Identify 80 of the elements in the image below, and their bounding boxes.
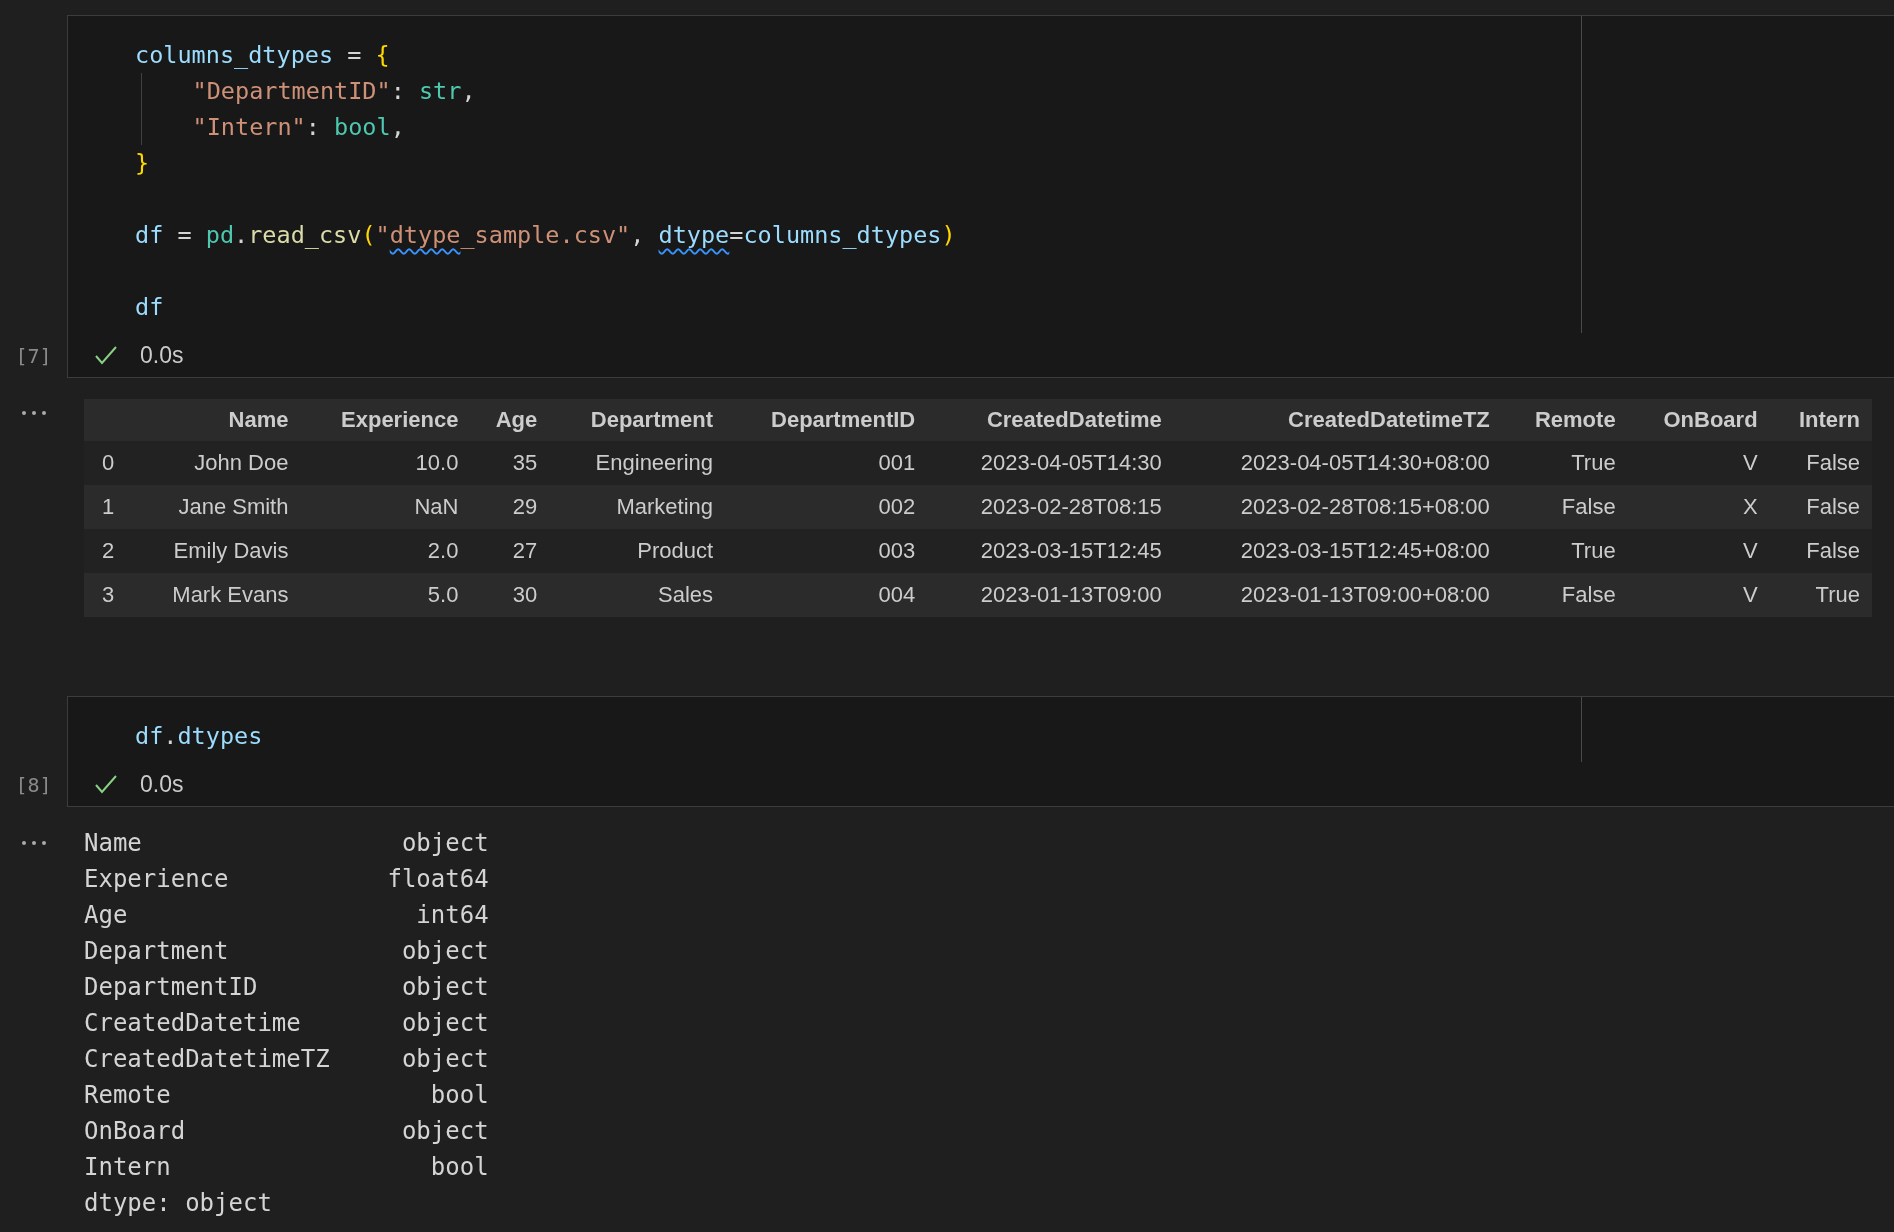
table-cell: V: [1627, 441, 1770, 485]
run-duration: 0.0s: [140, 341, 184, 369]
code-line: df = pd.read_csv("dtype_sample.csv", dtype=columns_dtypes): [135, 220, 956, 251]
column-header: Department: [549, 399, 726, 441]
table-cell: John Doe: [132, 441, 301, 485]
output-line: dtype: object: [84, 1188, 272, 1219]
execution-count: [7]: [15, 344, 52, 368]
output-line: Experience float64: [84, 864, 489, 895]
output-line: Department object: [84, 936, 489, 967]
output-line: Remote bool: [84, 1080, 489, 1111]
table-cell: True: [1501, 441, 1628, 485]
table-cell: Engineering: [549, 441, 726, 485]
table-cell: False: [1769, 485, 1872, 529]
table-cell: 29: [470, 485, 550, 529]
table-cell: 2023-01-13T09:00: [927, 573, 1174, 617]
table-cell: False: [1769, 441, 1872, 485]
table-cell: 27: [470, 529, 550, 573]
table-cell: 004: [725, 573, 928, 617]
table-cell: True: [1769, 573, 1872, 617]
more-icon: [20, 840, 47, 846]
output-line: OnBoard object: [84, 1116, 489, 1147]
row-index: 2: [84, 529, 132, 573]
table-cell: 5.0: [300, 573, 471, 617]
column-header: Name: [132, 399, 301, 441]
output-line: CreatedDatetime object: [84, 1008, 489, 1039]
table-cell: False: [1501, 485, 1628, 529]
code-line: }: [135, 148, 150, 179]
code-cell[interactable]: df.dtypes 0.0s: [67, 696, 1894, 807]
table-cell: NaN: [300, 485, 471, 529]
output-line: Age int64: [84, 900, 489, 931]
more-icon: [20, 410, 47, 416]
column-header: Intern: [1769, 399, 1872, 441]
table-cell: 2023-04-05T14:30+08:00: [1173, 441, 1502, 485]
table-cell: 2023-03-15T12:45: [927, 529, 1174, 573]
table-cell: True: [1501, 529, 1628, 573]
row-index: 1: [84, 485, 132, 529]
table-cell: 2023-02-28T08:15+08:00: [1173, 485, 1502, 529]
table-cell: Mark Evans: [132, 573, 301, 617]
output-line: Name object: [84, 828, 489, 859]
table-cell: V: [1627, 573, 1770, 617]
code-line: "Intern": bool,: [135, 109, 405, 145]
output-line: CreatedDatetimeTZ object: [84, 1044, 489, 1075]
table-cell: 003: [725, 529, 928, 573]
code-line: df.dtypes: [135, 721, 263, 752]
table-cell: Jane Smith: [132, 485, 301, 529]
table-cell: 35: [470, 441, 550, 485]
table-cell: V: [1627, 529, 1770, 573]
row-index: 3: [84, 573, 132, 617]
code-cell[interactable]: columns_dtypes = { "DepartmentID": str, "Intern": bool, } df = pd.read_csv("dtype_sample.csv", dtype=columns_dtypes) df 0.0s: [67, 15, 1894, 378]
table-cell: 001: [725, 441, 928, 485]
table-cell: False: [1769, 529, 1872, 573]
code-line: "DepartmentID": str,: [135, 73, 476, 109]
column-header: Remote: [1501, 399, 1628, 441]
table-cell: 2023-01-13T09:00+08:00: [1173, 573, 1502, 617]
table-cell: Marketing: [549, 485, 726, 529]
output-line: DepartmentID object: [84, 972, 489, 1003]
table-cell: 2023-03-15T12:45+08:00: [1173, 529, 1502, 573]
table-cell: 30: [470, 573, 550, 617]
table-cell: Emily Davis: [132, 529, 301, 573]
table-cell: Sales: [549, 573, 726, 617]
code-line: columns_dtypes = {: [135, 40, 390, 71]
column-header: OnBoard: [1627, 399, 1770, 441]
column-header: CreatedDatetime: [927, 399, 1174, 441]
table-cell: 2023-04-05T14:30: [927, 441, 1174, 485]
row-index: 0: [84, 441, 132, 485]
column-header: DepartmentID: [725, 399, 928, 441]
column-header: Age: [470, 399, 550, 441]
table-cell: 2023-02-28T08:15: [927, 485, 1174, 529]
output-line: Intern bool: [84, 1152, 489, 1183]
code-line: df: [135, 292, 164, 323]
execution-count: [8]: [15, 773, 52, 797]
table-cell: Product: [549, 529, 726, 573]
column-header: Experience: [300, 399, 471, 441]
table-cell: 002: [725, 485, 928, 529]
run-duration: 0.0s: [140, 770, 184, 798]
column-header: CreatedDatetimeTZ: [1173, 399, 1502, 441]
table-cell: 2.0: [300, 529, 471, 573]
table-cell: False: [1501, 573, 1628, 617]
table-cell: X: [1627, 485, 1770, 529]
table-cell: 10.0: [300, 441, 471, 485]
